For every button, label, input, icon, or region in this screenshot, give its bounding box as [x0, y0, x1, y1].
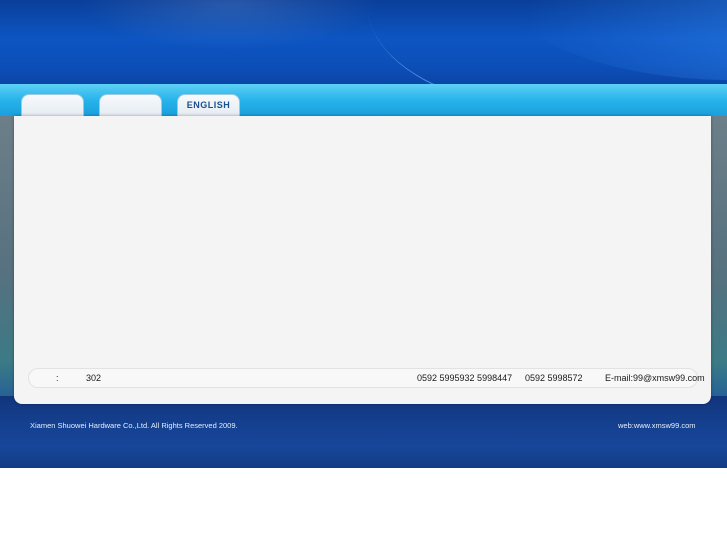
phone-numbers: 0592 5995932 5998447 [417, 373, 513, 383]
fax-number: 0592 5998572 [525, 373, 583, 383]
nav-tab-1[interactable] [21, 94, 84, 116]
nav-tab-english[interactable]: ENGLISH [177, 94, 240, 116]
website-link[interactable]: web:www.xmsw99.com [618, 421, 696, 430]
contact-info-bar: : 302 0592 5995932 5998447 0592 5998572 … [28, 368, 705, 388]
address-prefix: : [56, 373, 59, 383]
email-text: E-mail:99@xmsw99.com [605, 373, 705, 383]
banner-arc [334, 0, 727, 86]
header-banner [0, 0, 727, 86]
nav-tab-2[interactable] [99, 94, 162, 116]
footer [0, 396, 727, 468]
right-side-shade [711, 116, 727, 406]
address-text: 302 [86, 373, 102, 383]
main-content-panel: : 302 0592 5995932 5998447 0592 5998572 … [14, 116, 711, 404]
banner-glow [80, 0, 380, 50]
copyright-text: Xiamen Shuowei Hardware Co.,Ltd. All Rig… [30, 421, 238, 430]
page: ENGLISH : 302 0592 5995932 5998447 0592 … [0, 0, 727, 545]
